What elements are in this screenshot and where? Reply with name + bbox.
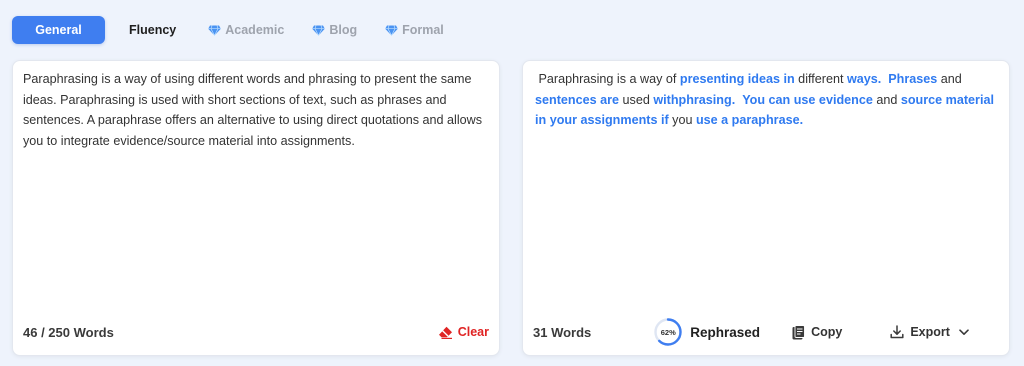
diamond-icon [208,24,222,36]
eraser-icon [438,326,452,339]
clipboard-icon [792,324,806,339]
output-footer: 31 Words 62% Rephrased Copy Export [533,318,999,346]
input-panel: Paraphrasing is a way of using different… [12,60,500,356]
mode-tabs: General Fluency Academic Blog Formal [12,16,462,44]
download-icon [890,325,904,339]
rephrased-segment[interactable]: withphrasing. [653,93,735,107]
rephrased-segment[interactable]: You can use evidence [742,93,873,107]
output-panel: Paraphrasing is a way of presenting idea… [522,60,1010,356]
output-segment: and [872,92,901,107]
rephrased-segment[interactable]: ways. [847,72,881,86]
copy-button[interactable]: Copy [792,324,842,340]
rephrased-percent: 62% [660,327,676,337]
rephrased-segment[interactable]: presenting ideas in [680,72,795,86]
chevron-down-icon [959,328,969,335]
diamond-icon [385,24,398,36]
rephrased-progress-ring: 62% [653,317,683,347]
rephrased-segment[interactable]: use a paraphrase. [696,113,803,127]
output-word-count: 31 Words [533,324,592,340]
rephrased-label: Rephrased [690,324,761,340]
input-word-count: 46 / 250 Words [23,324,114,340]
output-segment: and [937,72,966,86]
output-segment: Paraphrasing is a way of [535,72,680,86]
tab-general[interactable]: General [12,16,105,44]
tab-formal[interactable]: Formal [375,16,454,44]
rephrased-segment[interactable]: sentences are [535,93,619,107]
tab-fluency[interactable]: Fluency [119,16,186,44]
output-segment: you [668,113,696,127]
input-footer: 46 / 250 Words Clear [23,323,489,341]
rephrased-segment[interactable]: Phrases [888,72,937,86]
clear-button[interactable]: Clear [438,325,489,339]
output-segment: different [794,72,847,86]
output-text: Paraphrasing is a way of presenting idea… [535,69,997,131]
output-segment: used [619,92,654,107]
input-text-area[interactable]: Paraphrasing is a way of using different… [23,69,487,151]
tab-blog[interactable]: Blog [302,16,367,44]
diamond-icon [312,24,326,36]
export-button[interactable]: Export [890,325,969,339]
tab-academic[interactable]: Academic [198,16,294,44]
